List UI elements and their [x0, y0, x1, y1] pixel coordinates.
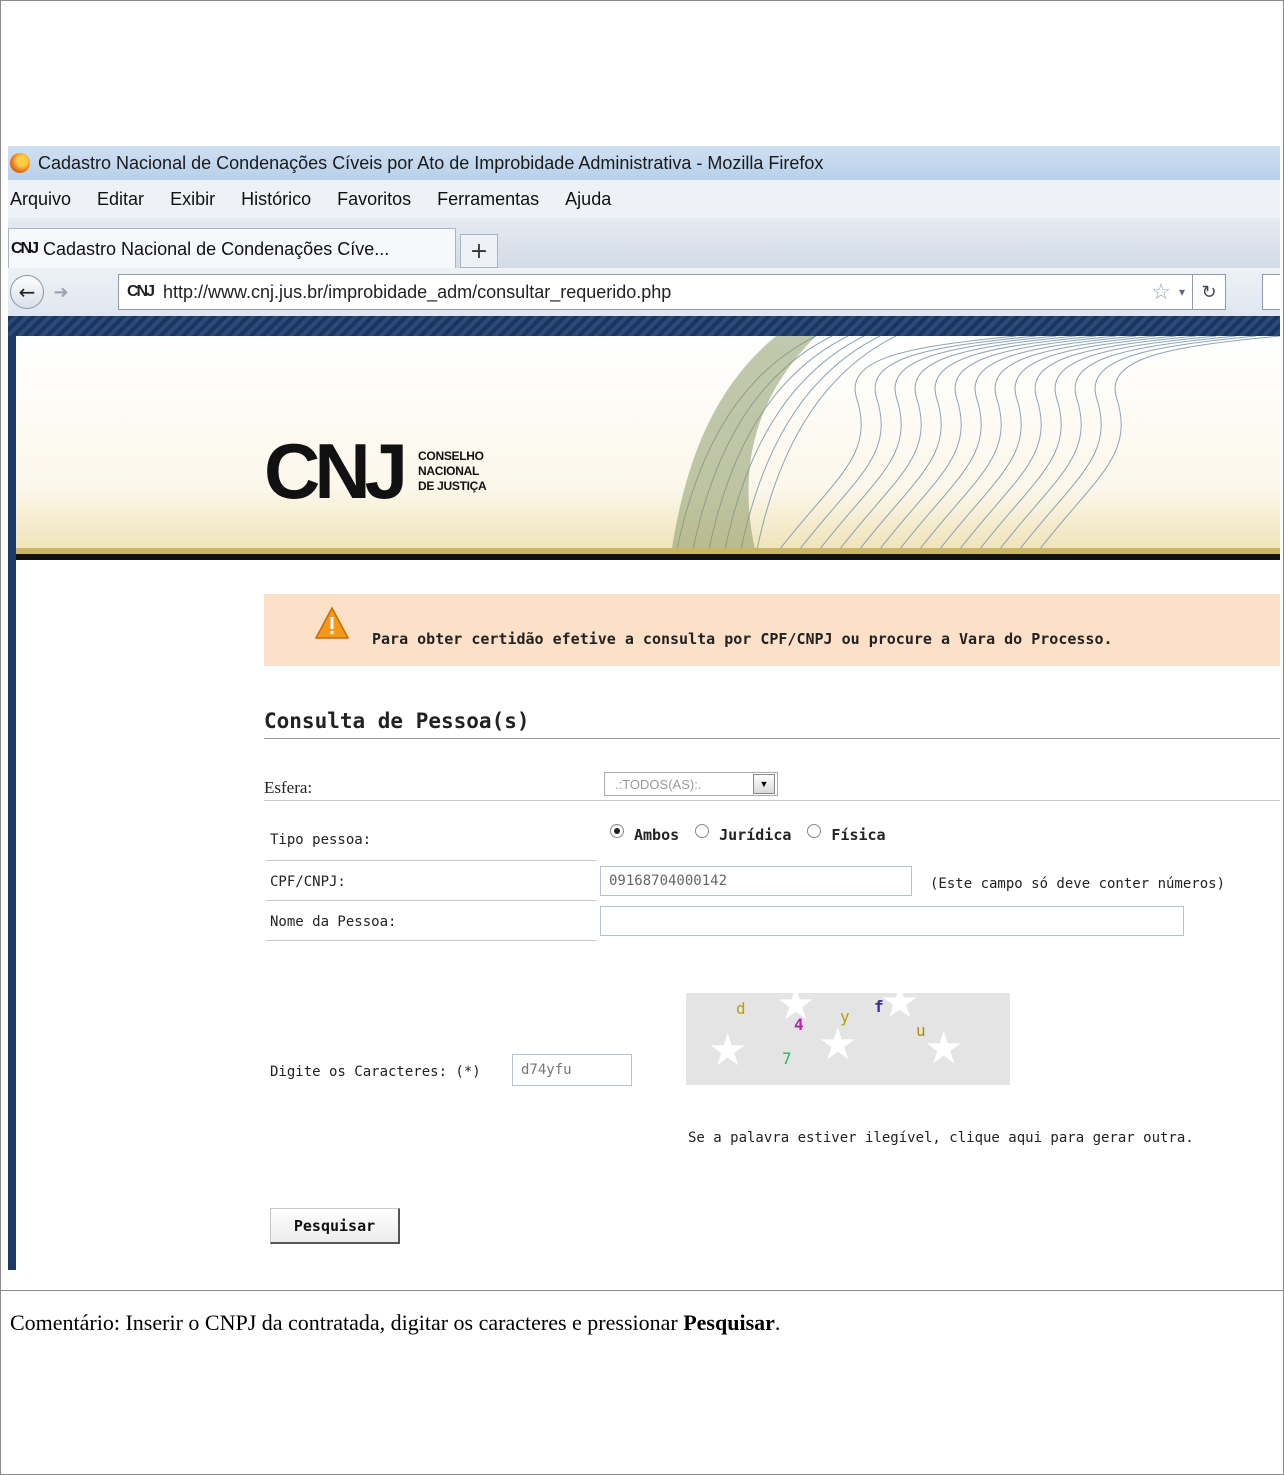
tab-bar: CNJ Cadastro Nacional de Condenações Cív… [8, 218, 1280, 269]
address-bar[interactable]: CNJ http://www.cnj.jus.br/improbidade_ad… [118, 274, 1226, 310]
captcha-char: y [840, 1007, 850, 1026]
row-divider [264, 800, 1280, 801]
back-arrow-icon: ← [18, 280, 36, 304]
cpf-cnpj-label: CPF/CNPJ: [270, 874, 346, 890]
menu-item-editar[interactable]: Editar [97, 189, 144, 210]
captcha-char: u [916, 1021, 926, 1040]
comment-text: Comentário: Inserir o CNPJ da contratada… [10, 1310, 780, 1336]
radio-fisica[interactable] [807, 824, 822, 838]
captcha-char: 4 [794, 1015, 804, 1034]
forward-arrow-icon: ➜ [53, 281, 69, 303]
logo-text: CNJ [264, 427, 408, 515]
captcha-label: Digite os Caracteres: (*) [270, 1064, 481, 1080]
menu-item-favoritos[interactable]: Favoritos [337, 189, 411, 210]
cpf-cnpj-input[interactable]: 09168704000142 [600, 866, 912, 896]
comment-bold: Pesquisar [683, 1310, 775, 1335]
back-button[interactable]: ← [10, 275, 44, 309]
nome-input[interactable] [600, 906, 1184, 936]
cnj-favicon-icon: CNJ [127, 283, 155, 300]
bookmark-star-icon[interactable]: ☆ [1151, 279, 1171, 305]
captcha-regenerate-link[interactable]: Se a palavra estiver ilegível, clique aq… [688, 1130, 1194, 1146]
navigation-bar: ← ➜ CNJ http://www.cnj.jus.br/improbidad… [8, 268, 1280, 316]
logo-sub-line: CONSELHO [418, 448, 484, 463]
radio-label-juridica: Jurídica [719, 826, 792, 844]
search-box[interactable] [1262, 274, 1280, 310]
menu-bar: Arquivo Editar Exibir Histórico Favorito… [8, 180, 1280, 218]
comment-divider [0, 1290, 1284, 1291]
captcha-input[interactable]: d74yfu [512, 1054, 632, 1086]
menu-item-historico[interactable]: Histórico [241, 189, 311, 210]
tab-label: Cadastro Nacional de Condenações Cíve... [43, 238, 390, 259]
captcha-star-icon: ★ [818, 1019, 858, 1070]
banner-wave-graphic [671, 336, 1280, 554]
alert-message: Para obter certidão efetive a consulta p… [372, 630, 1113, 648]
radio-label-ambos: Ambos [634, 826, 680, 844]
pesquisar-button[interactable]: Pesquisar [270, 1208, 400, 1244]
chevron-down-icon: ▼ [753, 774, 775, 794]
logo-sub-line: NACIONAL [418, 463, 479, 478]
forward-button[interactable]: ➜ [48, 279, 74, 305]
header-strip [8, 316, 1280, 336]
cpf-cnpj-hint: (Este campo só deve conter números) [930, 876, 1226, 892]
esfera-select[interactable]: .:TODOS(AS):. ▼ [604, 772, 778, 796]
captcha-char: 7 [782, 1049, 792, 1068]
banner-dark-line [16, 554, 1280, 560]
captcha-char: f [874, 997, 884, 1016]
browser-screenshot: Cadastro Nacional de Condenações Cíveis … [8, 146, 1280, 1270]
nome-label: Nome da Pessoa: [270, 914, 397, 930]
row-divider [266, 900, 596, 901]
header-banner: CNJ CONSELHO NACIONAL DE JUSTIÇA [16, 336, 1280, 554]
dropdown-caret-icon[interactable]: ▾ [1179, 285, 1185, 299]
warning-icon [314, 606, 350, 639]
page-content: CNJ CONSELHO NACIONAL DE JUSTIÇA Para ob… [8, 316, 1280, 1270]
section-divider [264, 738, 1280, 739]
menu-item-exibir[interactable]: Exibir [170, 189, 215, 210]
captcha-star-icon: ★ [708, 1025, 748, 1076]
radio-label-fisica: Física [831, 826, 886, 844]
new-tab-button[interactable]: + [460, 234, 498, 268]
cnj-logo: CNJ CONSELHO NACIONAL DE JUSTIÇA [264, 427, 487, 515]
menu-item-arquivo[interactable]: Arquivo [10, 189, 71, 210]
window-title: Cadastro Nacional de Condenações Cíveis … [38, 152, 824, 173]
comment-suffix: . [774, 1310, 781, 1335]
captcha-star-icon: ★ [924, 1023, 964, 1074]
tipo-pessoa-label: Tipo pessoa: [270, 832, 372, 848]
menu-item-ferramentas[interactable]: Ferramentas [437, 189, 539, 210]
captcha-image: ★ ★ ★ ★ ★ d 4 y f u 7 [686, 993, 1010, 1085]
menu-item-ajuda[interactable]: Ajuda [565, 189, 611, 210]
firefox-icon [10, 153, 30, 173]
cnj-favicon-icon: CNJ [11, 240, 39, 257]
radio-ambos[interactable] [610, 824, 624, 838]
comment-prefix: Comentário: Inserir o CNPJ da contratada… [10, 1310, 684, 1335]
section-title: Consulta de Pessoa(s) [264, 709, 530, 733]
row-divider [266, 860, 596, 861]
alert-box: Para obter certidão efetive a consulta p… [264, 594, 1280, 666]
tab-active[interactable]: CNJ Cadastro Nacional de Condenações Cív… [8, 228, 456, 269]
reload-button[interactable]: ↻ [1192, 275, 1225, 309]
captcha-char: d [736, 999, 746, 1018]
captcha-star-icon: ★ [880, 993, 920, 1028]
url-text: http://www.cnj.jus.br/improbidade_adm/co… [163, 281, 672, 302]
esfera-selected: .:TODOS(AS):. [615, 776, 702, 792]
reload-icon: ↻ [1201, 281, 1217, 302]
esfera-label: Esfera: [264, 778, 313, 797]
logo-subtitle: CONSELHO NACIONAL DE JUSTIÇA [418, 448, 487, 494]
logo-sub-line: DE JUSTIÇA [418, 478, 487, 493]
row-divider [266, 940, 596, 941]
tipo-pessoa-radio-group: Ambos Jurídica Física [610, 824, 902, 844]
window-title-bar: Cadastro Nacional de Condenações Cíveis … [8, 146, 1280, 180]
radio-juridica[interactable] [695, 824, 710, 838]
left-border [8, 336, 16, 1270]
